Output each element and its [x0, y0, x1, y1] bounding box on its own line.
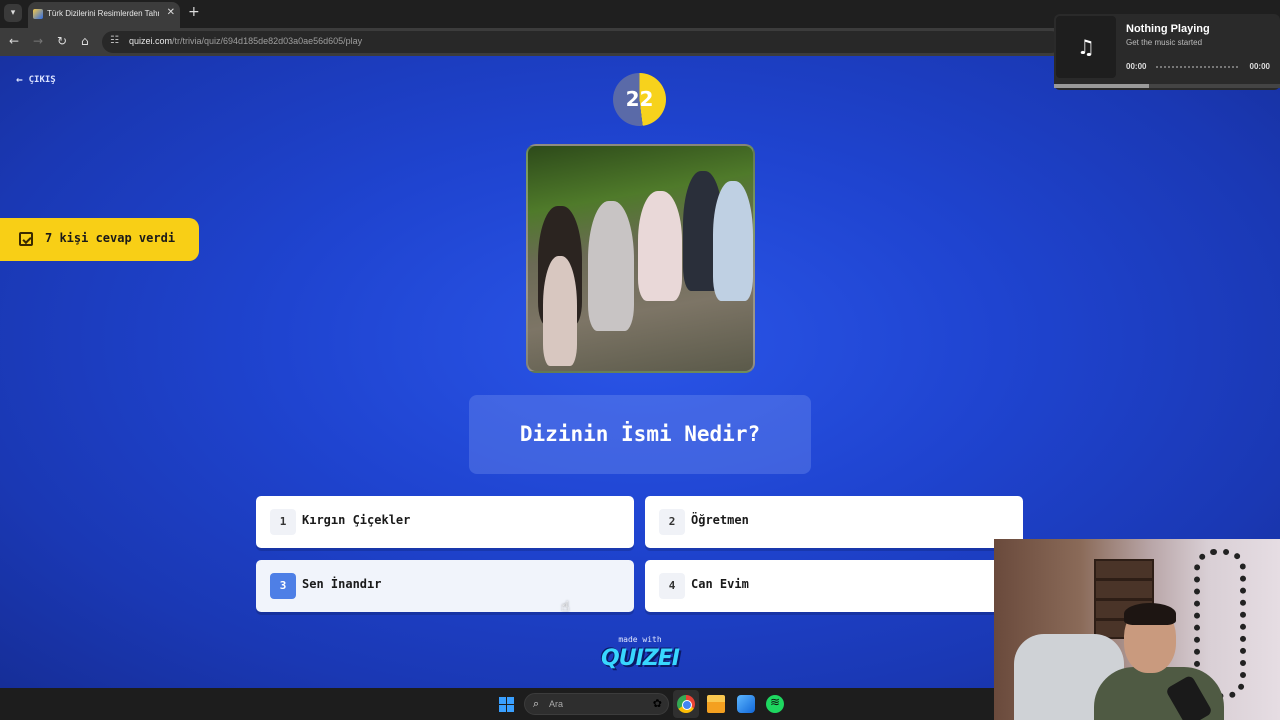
- answer-option-1[interactable]: 1 Kırgın Çiçekler: [256, 496, 634, 548]
- plus-icon[interactable]: +: [188, 5, 200, 19]
- tab-title: Türk Dizilerini Resimlerden Tahmin: [47, 9, 159, 18]
- option-label: Öğretmen: [691, 513, 749, 527]
- forward-icon[interactable]: →: [33, 34, 43, 48]
- question-image: [526, 144, 755, 373]
- search-highlight-icon: ✿: [652, 697, 662, 710]
- spotify-icon[interactable]: [766, 695, 784, 713]
- option-label: Can Evim: [691, 577, 749, 591]
- question-text: Dizinin İsmi Nedir?: [519, 422, 761, 446]
- question-box: Dizinin İsmi Nedir?: [469, 395, 811, 474]
- reload-icon[interactable]: ↻: [57, 34, 67, 48]
- exit-label: ÇIKIŞ: [28, 74, 56, 85]
- option-label: Kırgın Çiçekler: [302, 513, 411, 527]
- media-widget: ♫ Nothing Playing Get the music started …: [1054, 14, 1280, 90]
- media-seekbar[interactable]: [1156, 66, 1238, 68]
- option-number: 4: [659, 573, 685, 599]
- answer-option-2[interactable]: 2 Öğretmen: [645, 496, 1023, 548]
- back-icon[interactable]: ←: [9, 34, 19, 48]
- answered-count-text: 7 kişi cevap verdi: [45, 231, 176, 245]
- photos-icon[interactable]: [737, 695, 755, 713]
- option-label: Sen İnandır: [302, 577, 382, 591]
- media-subtitle: Get the music started: [1126, 38, 1203, 47]
- quizei-logo[interactable]: QUIZEI: [592, 646, 688, 671]
- url-text: quizei.com/tr/trivia/quiz/694d185de82d03…: [129, 36, 363, 46]
- media-title: Nothing Playing: [1126, 23, 1210, 35]
- search-placeholder: Ara: [549, 699, 564, 709]
- media-time-total: 00:00: [1249, 62, 1270, 71]
- chevron-down-icon[interactable]: ▾: [4, 4, 22, 22]
- pointer-cursor-icon: ☝: [561, 599, 570, 615]
- streamer-hair: [1124, 603, 1176, 625]
- favicon-icon: [33, 9, 43, 19]
- home-icon[interactable]: ⌂: [81, 34, 89, 48]
- exit-button[interactable]: ← ÇIKIŞ: [16, 73, 56, 86]
- arrow-left-icon: ←: [16, 73, 23, 86]
- url-input[interactable]: ☷ quizei.com/tr/trivia/quiz/694d185de82d…: [102, 31, 1062, 53]
- media-time-current: 00:00: [1126, 62, 1147, 71]
- file-explorer-icon[interactable]: [707, 695, 725, 713]
- music-note-icon: ♫: [1056, 16, 1116, 78]
- countdown-timer: 22: [613, 73, 666, 126]
- answered-count-badge: 7 kişi cevap verdi: [0, 218, 199, 261]
- answer-option-3[interactable]: 3 Sen İnandır: [256, 560, 634, 612]
- search-icon: ⌕: [533, 697, 540, 710]
- option-number: 2: [659, 509, 685, 535]
- site-info-icon[interactable]: ☷: [110, 35, 119, 46]
- chrome-icon[interactable]: [677, 695, 695, 713]
- option-number: 3: [270, 573, 296, 599]
- made-with-text: made with: [618, 635, 662, 644]
- option-number: 1: [270, 509, 296, 535]
- browser-tab[interactable]: Türk Dizilerini Resimlerden Tahmin ✕: [28, 2, 180, 28]
- windows-start-icon[interactable]: [499, 697, 514, 712]
- answer-option-4[interactable]: 4 Can Evim: [645, 560, 1023, 612]
- media-progress: [1054, 84, 1280, 88]
- check-icon: [19, 232, 33, 246]
- close-icon[interactable]: ✕: [167, 7, 175, 18]
- taskbar-search[interactable]: ⌕ Ara ✿: [524, 693, 669, 715]
- webcam-overlay: [994, 539, 1280, 720]
- timer-value: 22: [625, 87, 654, 111]
